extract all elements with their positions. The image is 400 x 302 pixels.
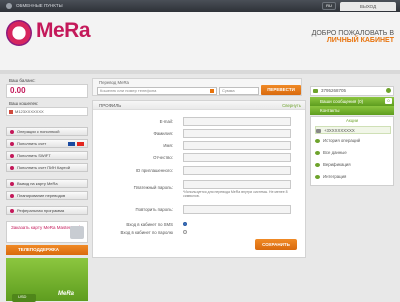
logo[interactable]: MeRa: [36, 19, 91, 43]
wallet-icon: [9, 110, 13, 114]
repeat-password-label: Повторить пароль:: [135, 207, 173, 212]
card-icon: [70, 226, 84, 239]
profile-title: ПРОФИЛЬ: [99, 103, 122, 108]
welcome-text: ДОБРО ПОЖАЛОВАТЬ В ЛИЧНЫЙ КАБИНЕТ: [312, 30, 394, 44]
payment-password-label: Платежный пароль:: [133, 185, 173, 190]
firstname-field[interactable]: [183, 141, 291, 150]
firstname-label: Имя:: [163, 143, 173, 148]
right-item-data[interactable]: Все данные: [315, 149, 391, 157]
mastercard-banner[interactable]: Заказать карту MeRa MasterCard: [6, 221, 88, 243]
password-login-radio[interactable]: [183, 230, 187, 234]
wallet-value: M123XXXXXXX: [6, 107, 88, 116]
verification-icon: [315, 163, 320, 167]
menu-icon: [10, 209, 14, 213]
menu-icon: [10, 166, 14, 170]
support-bar[interactable]: ТЕЛЕПОДДЕРЖКА: [6, 245, 88, 255]
contacts-icon[interactable]: [210, 89, 214, 93]
integration-icon: [315, 175, 320, 179]
menu-icon: [10, 182, 14, 186]
phone-box: 3795268705: [310, 86, 394, 96]
referrer-label: ID приглашенного:: [135, 168, 173, 173]
messages-button[interactable]: Ваши сообщения (0) 0: [310, 97, 394, 106]
language-select[interactable]: RU: [322, 2, 336, 10]
menu-topup[interactable]: Пополнить счет: [6, 139, 88, 148]
transfer-button[interactable]: ПЕРЕВЕСТИ: [261, 85, 301, 95]
right-menu: Акции +3XXXXXXXXX История операций Все д…: [310, 116, 394, 186]
password-hint: *Используется для перевода MeRa внутри с…: [183, 190, 288, 198]
payment-password-field[interactable]: [183, 180, 291, 189]
menu-topup-swift[interactable]: Пополнить SWIFT: [6, 151, 88, 160]
data-icon: [315, 151, 320, 155]
right-menu-title: Акции: [345, 118, 358, 123]
lastname-field[interactable]: [183, 129, 291, 138]
right-item-verification[interactable]: Верификация: [315, 161, 391, 169]
save-button[interactable]: СОХРАНИТЬ: [255, 239, 297, 250]
menu-referral[interactable]: Реферальная программа: [6, 206, 88, 215]
profile-panel: ПРОФИЛЬ Свернуть E-mail: Фамилия: Имя: О…: [92, 100, 306, 258]
sms-login-radio[interactable]: [183, 222, 187, 226]
menu-icon: [10, 142, 14, 146]
contacts-button[interactable]: Контакты: [310, 106, 394, 115]
transfer-label: Перевод MeRa: [99, 80, 129, 85]
recipient-input[interactable]: Кошелек или номер телефона: [97, 87, 217, 95]
history-icon: [315, 139, 320, 143]
logo-icon: [6, 20, 32, 46]
amount-input[interactable]: Сумма: [219, 87, 259, 95]
welcome-line2: ЛИЧНЫЙ КАБИНЕТ: [326, 37, 394, 44]
middlename-label: Отчество:: [153, 155, 173, 160]
right-item-integration[interactable]: Интеграция: [315, 173, 391, 181]
collapse-link[interactable]: Свернуть: [282, 103, 301, 108]
transfer-panel: Перевод MeRa Кошелек или номер телефона …: [92, 78, 302, 96]
exchange-points-link[interactable]: ОБМЕННЫЕ ПУНКТЫ: [16, 3, 63, 8]
profile-header: ПРОФИЛЬ Свернуть: [93, 101, 305, 110]
menu-topup-pin[interactable]: Пополнить счет ПИН Картой: [6, 163, 88, 172]
referrer-field[interactable]: [183, 166, 291, 175]
balance-value: 0.00: [6, 84, 88, 98]
header-divider: [0, 70, 400, 74]
phone-icon: [313, 89, 318, 93]
menu-withdraw-card[interactable]: Вывод на карту MeRa: [6, 179, 88, 188]
phone-icon: [316, 129, 321, 133]
currency-select-box[interactable]: USD: [12, 294, 36, 300]
widget-logo: MeRa: [58, 291, 75, 297]
menu-icon: [10, 154, 14, 158]
right-item-phone[interactable]: +3XXXXXXXXX: [315, 126, 391, 134]
menu-icon: [10, 194, 14, 198]
welcome-line1: ДОБРО ПОЖАЛОВАТЬ В: [311, 30, 394, 37]
middlename-field[interactable]: [183, 153, 291, 162]
email-field[interactable]: [183, 117, 291, 126]
balance-label: Ваш баланс:: [9, 78, 36, 83]
settings-icon[interactable]: [386, 88, 391, 93]
messages-badge: 0: [385, 98, 392, 104]
sms-login-label: Вход в кабинет по SMS: [126, 222, 173, 227]
repeat-password-field[interactable]: [183, 205, 291, 214]
location-icon: [6, 3, 12, 9]
right-item-history[interactable]: История операций: [315, 137, 391, 145]
password-login-label: Вход в кабинет по паролю: [120, 230, 173, 235]
menu-planning[interactable]: Планирование переводов: [6, 191, 88, 200]
exit-button[interactable]: ВЫХОД: [340, 2, 396, 11]
menu-icon: [10, 130, 14, 134]
top-bar: ОБМЕННЫЕ ПУНКТЫ RU ВЫХОД: [0, 0, 400, 12]
payment-cards-icon: [68, 142, 84, 146]
email-label: E-mail:: [159, 119, 173, 124]
menu-operations[interactable]: Операции с пополнкой: [6, 127, 88, 136]
wallet-label: Ваш кошелек:: [9, 101, 39, 106]
lastname-label: Фамилия:: [153, 131, 173, 136]
